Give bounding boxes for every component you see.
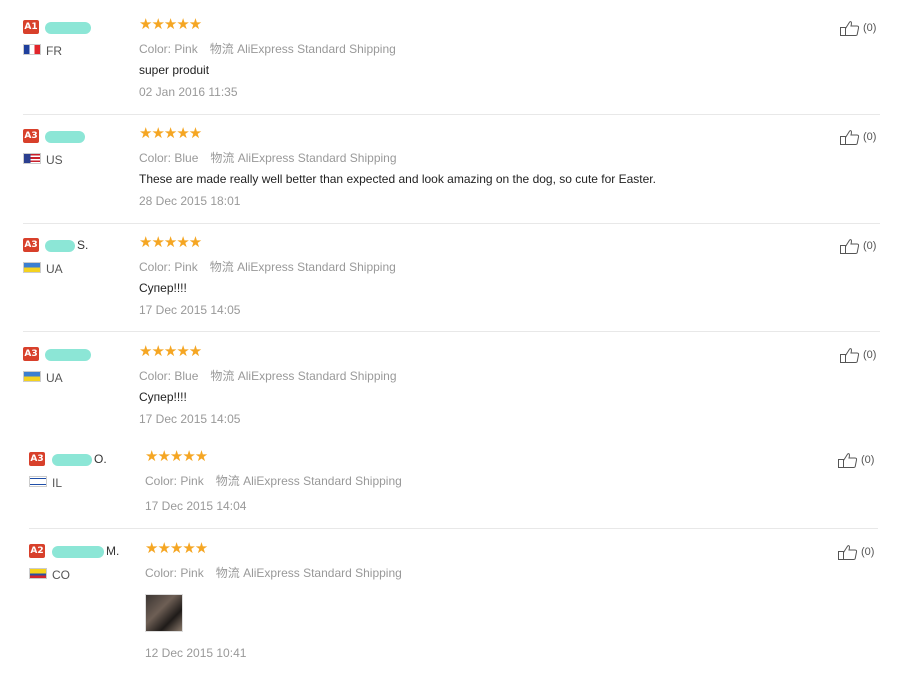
flag-icon-us [23,153,41,164]
review-text: These are made really well better than e… [139,172,656,186]
name-redaction [52,453,92,466]
thumbs-up-icon [840,20,860,36]
review-date: 17 Dec 2015 14:05 [139,303,241,317]
country-code: CO [52,568,70,582]
helpful-button[interactable]: (0) [840,238,876,254]
helpful-button[interactable]: (0) [838,544,874,560]
rating-stars: ★★★★★ [145,448,208,465]
buyer-name[interactable] [45,129,87,143]
helpful-button[interactable]: (0) [838,452,874,468]
country-code: IL [52,476,63,490]
country-code: FR [46,44,62,58]
buyer-name[interactable]: S. [45,238,88,252]
review-photo-thumbnail[interactable] [145,594,183,632]
review-date: 28 Dec 2015 18:01 [139,194,241,208]
buyer-name[interactable]: O. [52,452,107,466]
name-redaction [45,21,91,34]
order-info: Color: Pink 物流 AliExpress Standard Shippi… [139,260,396,274]
order-info: Color: Pink 物流 AliExpress Standard Shippi… [145,566,402,580]
country-code: UA [46,371,63,385]
buyer-level-badge: A3 [23,347,39,361]
name-redaction [45,239,75,252]
review-date: 12 Dec 2015 10:41 [145,646,247,660]
name-redaction [52,545,104,558]
rating-stars: ★★★★★ [145,540,208,557]
order-info: Color: Pink 物流 AliExpress Standard Shippi… [145,474,402,488]
rating-stars: ★★★★★ [139,125,202,142]
order-info: Color: Blue 物流 AliExpress Standard Shippi… [139,151,397,165]
thumbs-up-icon [838,544,858,560]
thumbs-up-icon [838,452,858,468]
rating-stars: ★★★★★ [139,16,202,33]
name-redaction [45,348,91,361]
buyer-level-badge: A1 [23,20,39,34]
country-code: US [46,153,63,167]
country-code: UA [46,262,63,276]
review-text: Супер!!!! [139,281,187,295]
flag-icon-ua [23,262,41,273]
buyer-level-badge: A3 [23,129,39,143]
buyer-level-badge: A3 [29,452,45,466]
review-text: Супер!!!! [139,390,187,404]
rating-stars: ★★★★★ [139,343,202,360]
name-redaction [45,130,85,143]
thumbs-up-icon [840,129,860,145]
buyer-name[interactable] [45,347,93,361]
review-date: 17 Dec 2015 14:04 [145,499,247,513]
order-info: Color: Pink 物流 AliExpress Standard Shippi… [139,42,396,56]
rating-stars: ★★★★★ [139,234,202,251]
thumbs-up-icon [840,238,860,254]
buyer-name[interactable]: M. [52,544,119,558]
helpful-button[interactable]: (0) [840,20,876,36]
review-divider [23,223,880,224]
review-date: 02 Jan 2016 11:35 [139,85,238,99]
helpful-button[interactable]: (0) [840,129,876,145]
review-divider [23,331,880,332]
flag-icon-co [29,568,47,579]
buyer-level-badge: A2 [29,544,45,558]
flag-icon-il [29,476,47,487]
review-divider [29,528,878,529]
buyer-name[interactable] [45,20,93,34]
flag-icon-ua [23,371,41,382]
flag-icon-fr [23,44,41,55]
order-info: Color: Blue 物流 AliExpress Standard Shippi… [139,369,397,383]
buyer-level-badge: A3 [23,238,39,252]
helpful-button[interactable]: (0) [840,347,876,363]
review-text: super produit [139,63,210,77]
thumbs-up-icon [840,347,860,363]
review-divider [23,114,880,115]
review-date: 17 Dec 2015 14:05 [139,412,241,426]
